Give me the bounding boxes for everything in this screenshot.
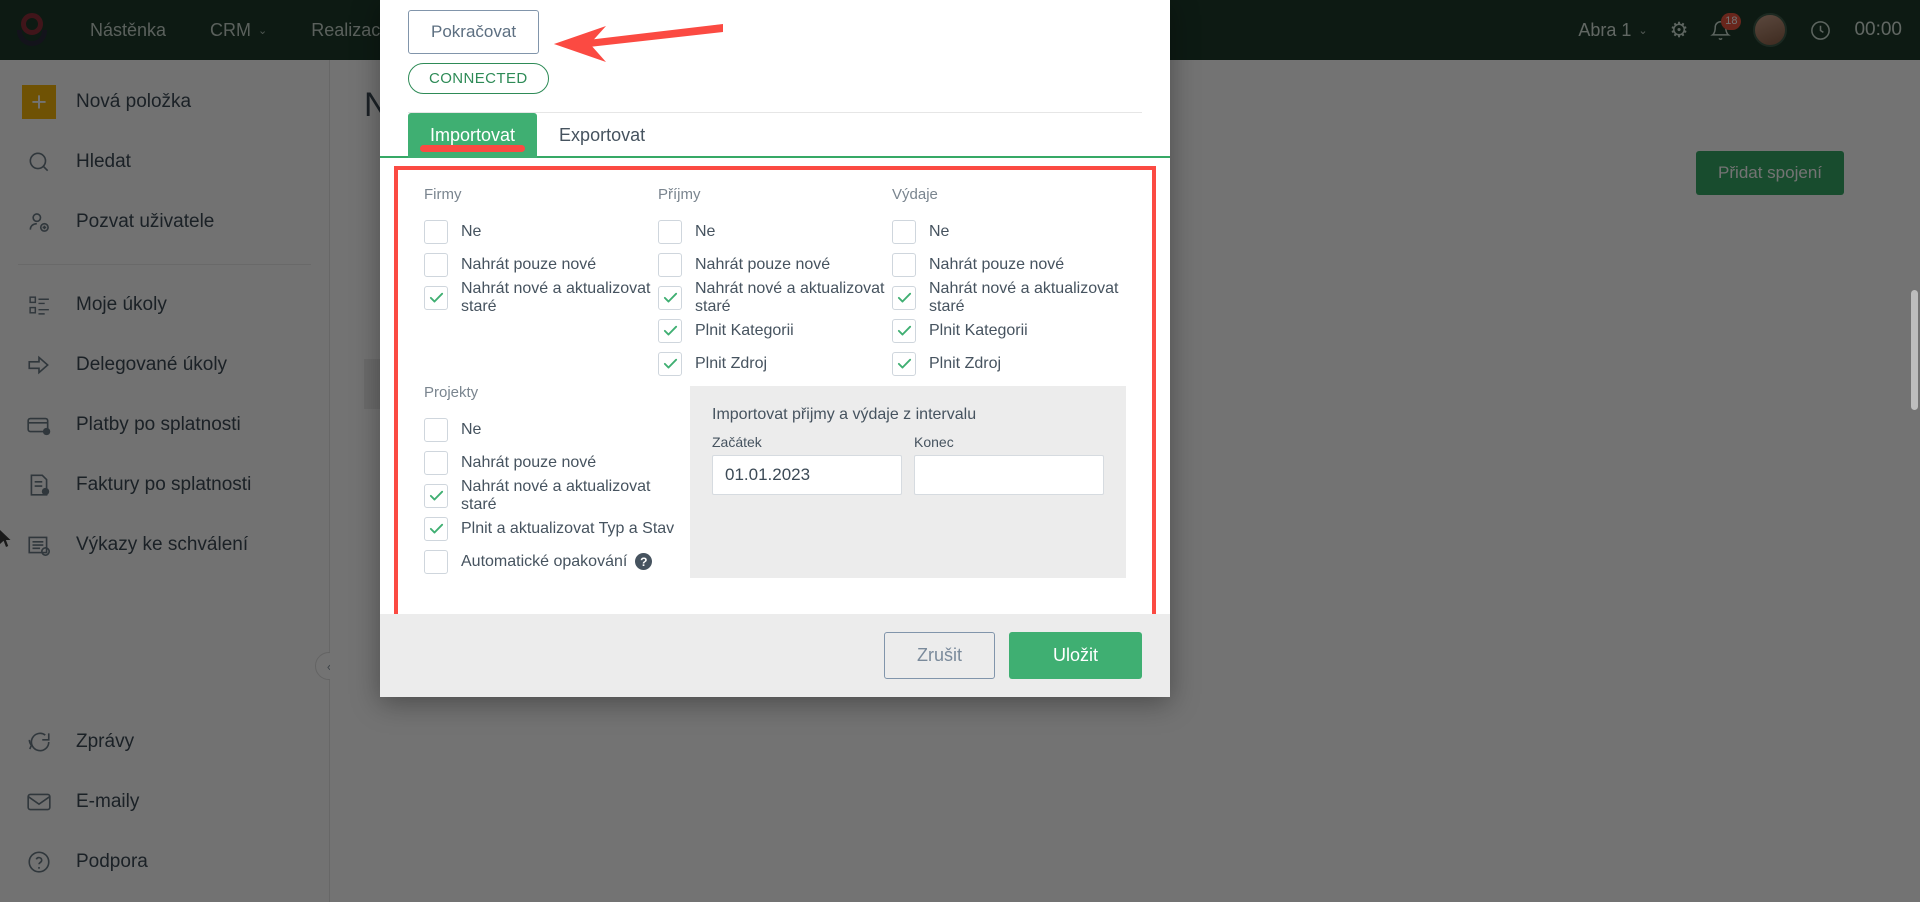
- tab-label: Exportovat: [559, 125, 645, 145]
- checkbox-row-vydaje-plnit-kategorii[interactable]: Plnit Kategorii: [892, 314, 1126, 347]
- mouse-cursor: [0, 530, 12, 548]
- checkbox-row-projekty-ne[interactable]: Ne: [424, 413, 684, 446]
- start-date-field-group: Začátek: [712, 434, 902, 495]
- annotation-underline: [420, 145, 525, 152]
- end-date-label: Konec: [914, 434, 1104, 450]
- checkbox-label: Plnit Kategorii: [695, 322, 794, 340]
- checkbox-row-projekty-plnit-typ-stav[interactable]: Plnit a aktualizovat Typ a Stav: [424, 512, 684, 545]
- checkbox-row-firmy-pouze-nove[interactable]: Nahrát pouze nové: [424, 248, 658, 281]
- group-title: Příjmy: [658, 186, 892, 203]
- checkbox-label: Nahrát nové a aktualizovat staré: [461, 280, 658, 316]
- checkbox-label: Ne: [929, 223, 949, 241]
- checkbox-checked-icon[interactable]: [658, 319, 682, 343]
- checkbox-unchecked-icon[interactable]: [424, 253, 448, 277]
- checkbox-checked-icon[interactable]: [424, 517, 448, 541]
- checkbox-label: Ne: [461, 421, 481, 439]
- checkbox-row-prijmy-plnit-zdroj[interactable]: Plnit Zdroj: [658, 347, 892, 380]
- checkbox-label: Nahrát pouze nové: [461, 256, 596, 274]
- checkbox-row-prijmy-pouze-nove[interactable]: Nahrát pouze nové: [658, 248, 892, 281]
- checkbox-row-projekty-pouze-nove[interactable]: Nahrát pouze nové: [424, 446, 684, 479]
- start-date-label: Začátek: [712, 434, 902, 450]
- checkbox-row-prijmy-ne[interactable]: Ne: [658, 215, 892, 248]
- connector-settings-modal: Pokračovat CONNECTED Importovat Exportov…: [380, 0, 1170, 697]
- import-options-top-grid: Firmy Ne Nahrát pouze nové Nahrát nové a…: [408, 170, 1142, 380]
- checkbox-unchecked-icon[interactable]: [658, 220, 682, 244]
- continue-button[interactable]: Pokračovat: [408, 10, 539, 54]
- checkbox-row-prijmy-plnit-kategorii[interactable]: Plnit Kategorii: [658, 314, 892, 347]
- tab-label: Importovat: [430, 125, 515, 145]
- interval-panel: Importovat přijmy a výdaje z intervalu Z…: [690, 386, 1126, 578]
- checkbox-checked-icon[interactable]: [424, 484, 448, 508]
- annotation-arrow: [528, 18, 723, 70]
- checkbox-checked-icon[interactable]: [658, 352, 682, 376]
- checkbox-row-vydaje-pouze-nove[interactable]: Nahrát pouze nové: [892, 248, 1126, 281]
- import-options-bottom-grid: Projekty Ne Nahrát pouze nové Nahrát nov…: [408, 380, 1142, 578]
- checkbox-checked-icon[interactable]: [424, 286, 448, 310]
- checkbox-label: Plnit a aktualizovat Typ a Stav: [461, 520, 674, 538]
- checkbox-row-prijmy-nove-a-aktualizovat[interactable]: Nahrát nové a aktualizovat staré: [658, 281, 892, 314]
- end-date-input[interactable]: [914, 455, 1104, 495]
- group-firmy: Firmy Ne Nahrát pouze nové Nahrát nové a…: [424, 186, 658, 380]
- checkbox-label: Automatické opakování: [461, 553, 627, 571]
- checkbox-row-firmy-ne[interactable]: Ne: [424, 215, 658, 248]
- checkbox-unchecked-icon[interactable]: [892, 253, 916, 277]
- page-scrollbar[interactable]: [1911, 290, 1918, 410]
- checkbox-label: Nahrát pouze nové: [695, 256, 830, 274]
- start-date-input[interactable]: [712, 455, 902, 495]
- checkbox-label-wrap: Automatické opakování ?: [461, 553, 652, 571]
- checkbox-label: Ne: [695, 223, 715, 241]
- checkbox-checked-icon[interactable]: [892, 319, 916, 343]
- group-title: Výdaje: [892, 186, 1126, 203]
- tab-exportovat[interactable]: Exportovat: [537, 113, 667, 158]
- checkbox-unchecked-icon[interactable]: [424, 550, 448, 574]
- modal-header: Pokračovat CONNECTED: [380, 0, 1170, 113]
- modal-tabs: Importovat Exportovat: [380, 113, 1170, 158]
- group-title: Firmy: [424, 186, 658, 203]
- checkbox-row-vydaje-nove-a-aktualizovat[interactable]: Nahrát nové a aktualizovat staré: [892, 281, 1126, 314]
- checkbox-label: Plnit Kategorii: [929, 322, 1028, 340]
- group-title: Projekty: [424, 384, 684, 401]
- help-icon[interactable]: ?: [635, 553, 652, 570]
- cancel-button[interactable]: Zrušit: [884, 632, 995, 679]
- checkbox-row-vydaje-ne[interactable]: Ne: [892, 215, 1126, 248]
- checkbox-unchecked-icon[interactable]: [424, 418, 448, 442]
- checkbox-unchecked-icon[interactable]: [892, 220, 916, 244]
- checkbox-label: Nahrát pouze nové: [461, 454, 596, 472]
- end-date-field-group: Konec: [914, 434, 1104, 495]
- checkbox-label: Ne: [461, 223, 481, 241]
- checkbox-label: Plnit Zdroj: [929, 355, 1001, 373]
- modal-footer: Zrušit Uložit: [380, 614, 1170, 697]
- group-prijmy: Příjmy Ne Nahrát pouze nové Nahrát nové …: [658, 186, 892, 380]
- interval-title: Importovat přijmy a výdaje z intervalu: [712, 406, 1104, 424]
- checkbox-row-vydaje-plnit-zdroj[interactable]: Plnit Zdroj: [892, 347, 1126, 380]
- modal-body: Firmy Ne Nahrát pouze nové Nahrát nové a…: [380, 158, 1170, 614]
- save-button[interactable]: Uložit: [1009, 632, 1142, 679]
- checkbox-unchecked-icon[interactable]: [424, 451, 448, 475]
- checkbox-label: Nahrát nové a aktualizovat staré: [929, 280, 1126, 316]
- checkbox-label: Nahrát nové a aktualizovat staré: [695, 280, 892, 316]
- checkbox-unchecked-icon[interactable]: [424, 220, 448, 244]
- group-vydaje: Výdaje Ne Nahrát pouze nové Nahrát nové …: [892, 186, 1126, 380]
- checkbox-row-projekty-nove-a-aktualizovat[interactable]: Nahrát nové a aktualizovat staré: [424, 479, 684, 512]
- checkbox-checked-icon[interactable]: [892, 352, 916, 376]
- checkbox-label: Plnit Zdroj: [695, 355, 767, 373]
- checkbox-row-projekty-automaticke-opakovani[interactable]: Automatické opakování ?: [424, 545, 684, 578]
- checkbox-checked-icon[interactable]: [892, 286, 916, 310]
- checkbox-checked-icon[interactable]: [658, 286, 682, 310]
- checkbox-label: Nahrát nové a aktualizovat staré: [461, 478, 684, 514]
- checkbox-unchecked-icon[interactable]: [658, 253, 682, 277]
- checkbox-label: Nahrát pouze nové: [929, 256, 1064, 274]
- checkbox-row-firmy-nove-a-aktualizovat[interactable]: Nahrát nové a aktualizovat staré: [424, 281, 658, 314]
- group-projekty: Projekty Ne Nahrát pouze nové Nahrát nov…: [424, 384, 684, 578]
- tab-importovat[interactable]: Importovat: [408, 113, 537, 158]
